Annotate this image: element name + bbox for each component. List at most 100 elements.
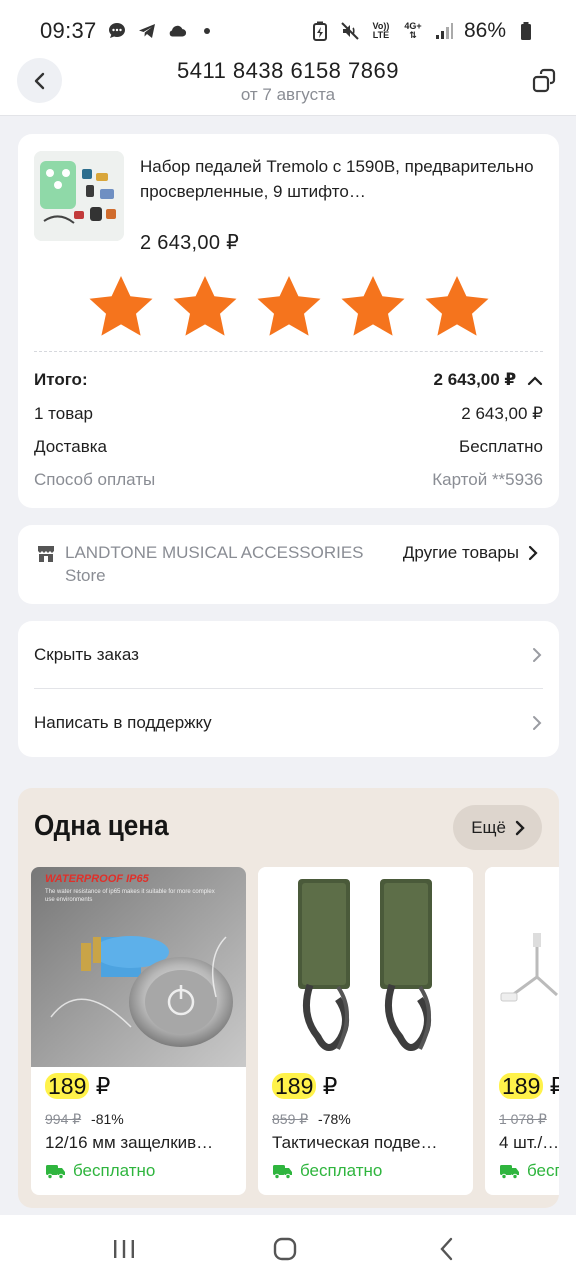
store-card[interactable]: LANDTONE MUSICAL ACCESSORIES Store Други… [18, 525, 559, 604]
lte-label: LTE [372, 30, 390, 40]
support-button[interactable]: Написать в поддержку [34, 689, 543, 756]
product-card[interactable]: WATERPROOF IP65 The water resistance of … [31, 867, 246, 1195]
back-icon [440, 1237, 453, 1261]
star-icon [341, 276, 405, 336]
discount-badge: -78% [318, 1111, 351, 1127]
more-button[interactable]: Ещё [453, 805, 542, 850]
discount-badge: -81% [91, 1111, 124, 1127]
chevron-right-icon [528, 545, 538, 561]
battery-percent: 86% [463, 19, 506, 42]
star-3-button[interactable] [256, 272, 322, 338]
product-name: 4 шт./… [499, 1133, 559, 1152]
old-price: 859 ₽ [272, 1111, 309, 1127]
other-goods-label: Другие товары [402, 543, 519, 562]
delivery-row: Доставка Бесплатно [34, 437, 543, 457]
price-currency: ₽ [549, 1073, 559, 1099]
shipping-label: бесплатно [527, 1161, 559, 1180]
battery-saver-icon [310, 21, 330, 41]
chevron-right-icon [515, 820, 525, 835]
product-price: 189 ₽ [272, 1073, 337, 1100]
other-goods-link[interactable]: Другие товары [398, 543, 539, 563]
more-label: Ещё [471, 817, 506, 837]
order-number: 5411 8438 6158 7869 [177, 58, 399, 83]
product-price: 189 ₽ [45, 1073, 110, 1100]
price-value: 189 [45, 1073, 90, 1099]
system-nav-bar [0, 1215, 576, 1280]
dot-icon [197, 21, 217, 41]
product-card[interactable]: 189 ₽ 859 ₽ -78% Тактическая подве… бесп… [258, 867, 473, 1195]
price-value: 189 [499, 1073, 544, 1099]
price-currency: ₽ [322, 1073, 338, 1099]
star-4-button[interactable] [340, 272, 406, 338]
home-icon [273, 1237, 297, 1261]
chat-icon [107, 21, 127, 41]
old-price-row: 859 ₽ -78% [272, 1111, 351, 1128]
total-value: 2 643,00 ₽ [433, 370, 517, 389]
network-type-icon: 4G+ ⇅ [402, 21, 424, 41]
chevron-up-icon [527, 375, 543, 385]
price-value: 189 [272, 1073, 317, 1099]
truck-icon [500, 1165, 519, 1180]
payment-label: Способ оплаты [34, 470, 156, 489]
store-name[interactable]: LANDTONE MUSICAL ACCESSORIES [65, 543, 385, 563]
store-icon [38, 546, 54, 562]
truck-icon [46, 1165, 65, 1180]
items-row: 1 товар 2 643,00 ₽ [34, 404, 543, 424]
old-price: 1 078 ₽ [499, 1111, 547, 1127]
free-shipping: бесплатно [272, 1161, 382, 1181]
back-nav-button[interactable] [427, 1229, 467, 1269]
product-title[interactable]: Набор педалей Tremolo с 1590B, предварит… [140, 154, 545, 204]
truck-icon [273, 1165, 292, 1180]
star-icon [89, 276, 153, 336]
product-price: 2 643,00 ₽ [140, 232, 240, 254]
product-price: 189 ₽ [499, 1073, 559, 1100]
copy-button[interactable] [528, 64, 562, 98]
old-price-row: 1 078 ₽ [499, 1111, 553, 1128]
support-label: Написать в поддержку [34, 712, 212, 732]
divider [34, 351, 543, 352]
image-caption-text: The water resistance of ip65 makes it su… [45, 889, 215, 903]
old-price-row: 994 ₽ -81% [45, 1111, 124, 1128]
star-5-button[interactable] [424, 272, 490, 338]
star-1-button[interactable] [88, 272, 154, 338]
star-icon [257, 276, 321, 336]
total-row[interactable]: Итого: 2 643,00 ₽ [34, 370, 543, 390]
product-carousel[interactable]: WATERPROOF IP65 The water resistance of … [31, 867, 559, 1195]
one-price-section: Одна цена Ещё WATERPROOF IP65 The water … [18, 788, 559, 1208]
product-image [258, 867, 473, 1067]
cloud-icon [167, 21, 187, 41]
product-card[interactable]: 189 ₽ 1 078 ₽ 4 шт./… бесплатно [485, 867, 559, 1195]
items-value: 2 643,00 ₽ [461, 404, 543, 423]
price-currency: ₽ [95, 1073, 111, 1099]
product-name: Тактическая подве… [272, 1133, 438, 1152]
hide-order-button[interactable]: Скрыть заказ [34, 621, 543, 688]
actions-card: Скрыть заказ Написать в поддержку [18, 621, 559, 757]
copy-icon [532, 68, 556, 93]
hide-order-label: Скрыть заказ [34, 644, 139, 664]
star-2-button[interactable] [172, 272, 238, 338]
delivery-value: Бесплатно [459, 437, 543, 456]
chevron-right-icon [533, 715, 542, 730]
delivery-label: Доставка [34, 437, 108, 456]
items-label: 1 товар [34, 404, 93, 423]
payment-value: Картой **5936 [432, 470, 543, 489]
telegram-icon [137, 21, 157, 41]
data-arrows-icon: ⇅ [409, 30, 417, 40]
order-card: Набор педалей Tremolo с 1590B, предварит… [18, 134, 559, 508]
product-image[interactable] [34, 151, 124, 241]
signal-icon [434, 21, 454, 41]
product-image: WATERPROOF IP65 The water resistance of … [31, 867, 246, 1067]
star-icon [425, 276, 489, 336]
free-shipping: бесплатно [499, 1161, 559, 1181]
shipping-label: бесплатно [73, 1161, 156, 1180]
recent-apps-button[interactable] [104, 1229, 144, 1269]
rating-stars [88, 272, 490, 338]
status-time: 09:37 [40, 18, 97, 43]
total-label: Итого: [34, 370, 88, 389]
chevron-right-icon [533, 647, 542, 662]
home-button[interactable] [265, 1229, 305, 1269]
total-value-wrap: 2 643,00 ₽ [434, 370, 543, 390]
free-shipping: бесплатно [45, 1161, 155, 1181]
shipping-label: бесплатно [300, 1161, 383, 1180]
order-header: 5411 8438 6158 7869 от 7 августа [0, 50, 576, 116]
